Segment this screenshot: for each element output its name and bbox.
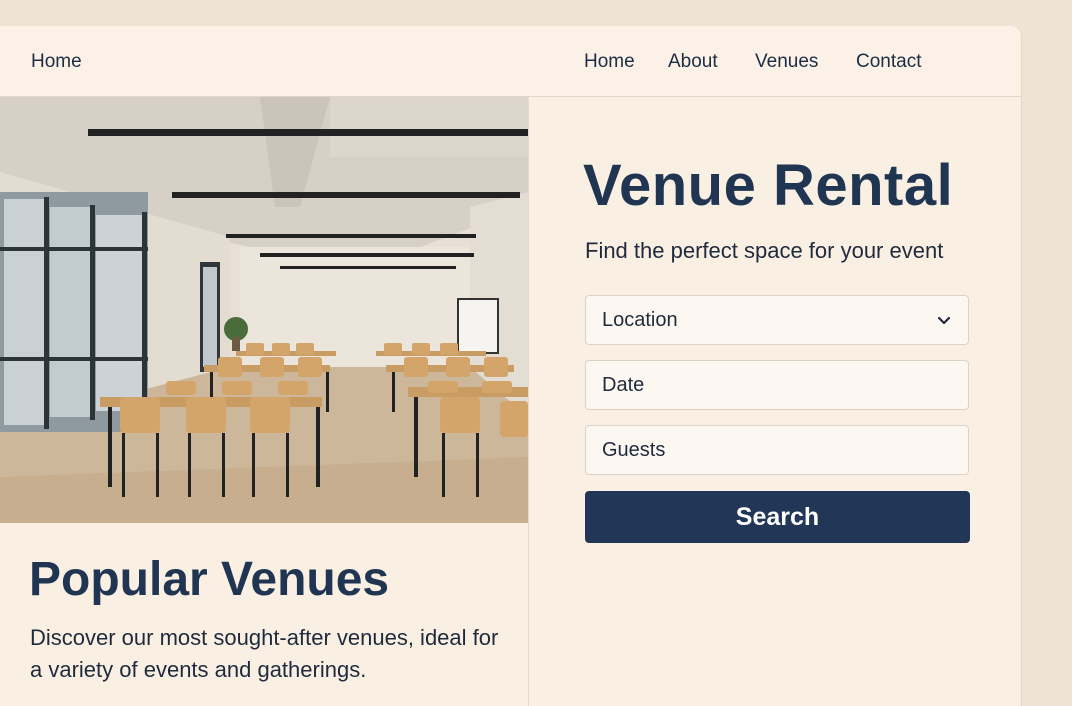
nav-venues-link[interactable]: Venues (755, 51, 818, 73)
location-select[interactable]: Location (585, 295, 969, 345)
guests-input[interactable] (585, 425, 969, 475)
popular-venues-description: Discover our most sought-after venues, i… (30, 625, 499, 682)
popular-venues-heading: Popular Venues (29, 553, 390, 606)
top-navbar: Home Home About Venues Contact (0, 26, 1021, 97)
date-input[interactable] (585, 360, 969, 410)
nav-home-link[interactable]: Home (584, 51, 635, 73)
column-divider (528, 97, 529, 706)
nav-about-link[interactable]: About (668, 51, 718, 73)
page-card: Home Home About Venues Contact Venue Ren… (0, 26, 1021, 706)
brand-home-link[interactable]: Home (31, 51, 82, 73)
venue-hero-image (0, 97, 528, 523)
nav-contact-link[interactable]: Contact (856, 51, 921, 73)
chevron-down-icon (937, 316, 951, 325)
classroom-illustration (0, 97, 528, 523)
hero-title: Venue Rental (583, 153, 954, 218)
hero-subtitle: Find the perfect space for your event (585, 238, 944, 263)
location-select-label: Location (602, 308, 678, 331)
search-button[interactable]: Search (585, 491, 970, 543)
